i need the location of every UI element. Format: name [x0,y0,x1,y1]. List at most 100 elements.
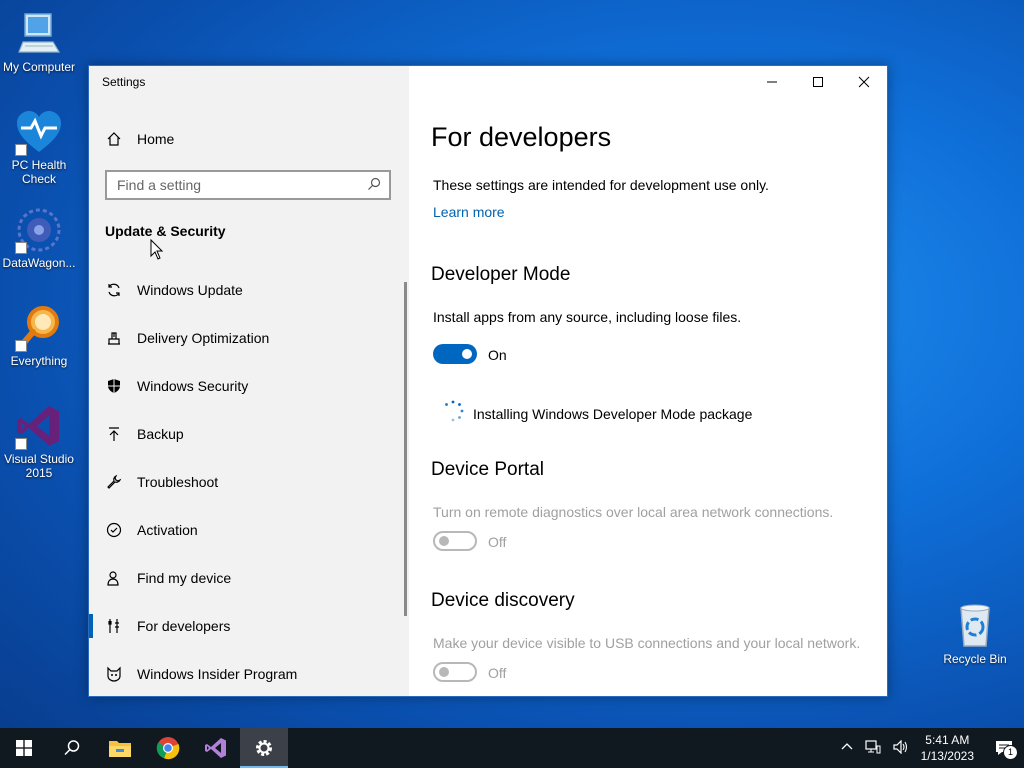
sidebar-item-label: Delivery Optimization [137,330,270,346]
caption-buttons [749,66,887,98]
clock-time: 5:41 AM [925,733,970,747]
shortcut-arrow-icon [15,144,27,156]
content-pane: For developers These settings are intend… [409,66,887,696]
device-discovery-description: Make your device visible to USB connecti… [433,635,861,651]
volume-icon[interactable] [893,739,909,757]
desktop-icon-label: My Computer [2,60,76,74]
device-portal-toggle[interactable] [433,531,477,551]
mouse-cursor-icon [150,238,164,266]
sidebar-item-for-developers[interactable]: For developers [89,602,409,650]
recycle-bin-icon [951,602,999,650]
chrome-icon [156,737,180,760]
sidebar-item-backup[interactable]: Backup [89,410,409,458]
sidebar-item-activation[interactable]: Activation [89,506,409,554]
taskbar: 5:41 AM 1/13/2023 1 [0,728,1024,768]
toggle-knob [439,667,449,677]
developer-mode-heading: Developer Mode [431,264,571,285]
device-discovery-toggle-label: Off [488,665,507,681]
settings-window: Settings Home Update & Security Windows … [88,65,888,697]
refresh-icon [105,281,123,299]
computer-icon [15,10,63,58]
taskbar-search-button[interactable] [48,728,96,768]
loading-spinner-icon [442,400,464,427]
device-portal-heading: Device Portal [431,459,544,480]
developer-tools-icon [105,617,123,635]
settings-sidebar: Settings Home Update & Security Windows … [89,66,409,696]
sidebar-section-heading: Update & Security [105,223,226,239]
notification-center-button[interactable]: 1 [984,728,1024,768]
sidebar-item-label: For developers [137,618,231,634]
sidebar-item-label: Windows Insider Program [137,666,298,682]
search-icon [64,740,80,756]
sidebar-nav-list: Windows Update Delivery Optimization Win… [89,266,409,696]
folder-icon [109,741,131,757]
heart-pulse-icon [15,108,63,156]
gear-icon [256,740,272,756]
sidebar-item-troubleshoot[interactable]: Troubleshoot [89,458,409,506]
desktop-icon-label: PC Health Check [11,158,67,186]
desktop-icon-label: Everything [10,354,68,368]
network-icon[interactable] [865,739,881,757]
taskbar-clock[interactable]: 5:41 AM 1/13/2023 [921,732,974,764]
start-button[interactable] [0,728,48,768]
insider-cat-icon [105,665,123,683]
taskbar-visual-studio[interactable] [192,728,240,768]
search-icon[interactable] [367,177,381,194]
toggle-knob [462,349,472,359]
sidebar-scrollbar[interactable] [404,282,407,616]
device-portal-description: Turn on remote diagnostics over local ar… [433,504,834,520]
developer-mode-description: Install apps from any source, including … [433,309,742,325]
sidebar-item-windows-security[interactable]: Windows Security [89,362,409,410]
sidebar-item-find-my-device[interactable]: Find my device [89,554,409,602]
visual-studio-icon [15,402,63,450]
wrench-icon [105,473,123,491]
developer-mode-toggle-label: On [488,347,507,363]
shortcut-arrow-icon [15,242,27,254]
taskbar-file-explorer[interactable] [96,728,144,768]
developer-mode-toggle[interactable] [433,344,477,364]
minimize-icon [767,81,777,83]
person-location-icon [105,569,123,587]
sidebar-item-label: Windows Update [137,282,243,298]
desktop-icon-everything[interactable]: Everything [0,304,78,368]
sidebar-item-label: Backup [137,426,184,442]
sidebar-item-label: Troubleshoot [137,474,219,490]
maximize-button[interactable] [795,66,841,98]
sidebar-item-label: Windows Security [137,378,249,394]
shortcut-arrow-icon [15,438,27,450]
desktop-icon-visual-studio[interactable]: Visual Studio 2015 [0,402,78,480]
shield-icon [105,377,123,395]
intro-text: These settings are intended for developm… [433,177,769,193]
search-input[interactable] [115,176,367,194]
backup-arrow-icon [105,425,123,443]
chevron-up-icon[interactable] [841,741,853,756]
maximize-icon [813,77,823,87]
desktop-icon-my-computer[interactable]: My Computer [0,10,78,74]
clock-date: 1/13/2023 [920,749,974,763]
sidebar-item-label: Activation [137,522,198,538]
toggle-knob [439,536,449,546]
device-discovery-toggle[interactable] [433,662,477,682]
sidebar-item-windows-update[interactable]: Windows Update [89,266,409,314]
taskbar-settings[interactable] [240,728,288,768]
device-portal-toggle-label: Off [488,534,507,550]
system-tray: 5:41 AM 1/13/2023 1 [835,728,1024,768]
desktop-icon-label: Visual Studio 2015 [4,452,74,480]
magnifier-icon [15,304,63,352]
desktop-icon-recycle-bin[interactable]: Recycle Bin [936,602,1014,666]
desktop-icon-pc-health-check[interactable]: PC Health Check [0,108,78,186]
page-title: For developers [431,122,612,152]
search-box[interactable] [105,170,391,200]
learn-more-link[interactable]: Learn more [433,204,505,220]
home-icon [105,130,123,148]
close-button[interactable] [841,66,887,98]
taskbar-chrome[interactable] [144,728,192,768]
close-icon [858,76,870,88]
minimize-button[interactable] [749,66,795,98]
sidebar-item-delivery-optimization[interactable]: Delivery Optimization [89,314,409,362]
device-discovery-heading: Device discovery [431,590,575,611]
sidebar-item-windows-insider[interactable]: Windows Insider Program [89,650,409,696]
nav-home[interactable]: Home [105,128,174,150]
desktop-icon-datawagon[interactable]: DataWagon... [0,206,78,270]
desktop-icon-label: DataWagon... [2,256,76,270]
